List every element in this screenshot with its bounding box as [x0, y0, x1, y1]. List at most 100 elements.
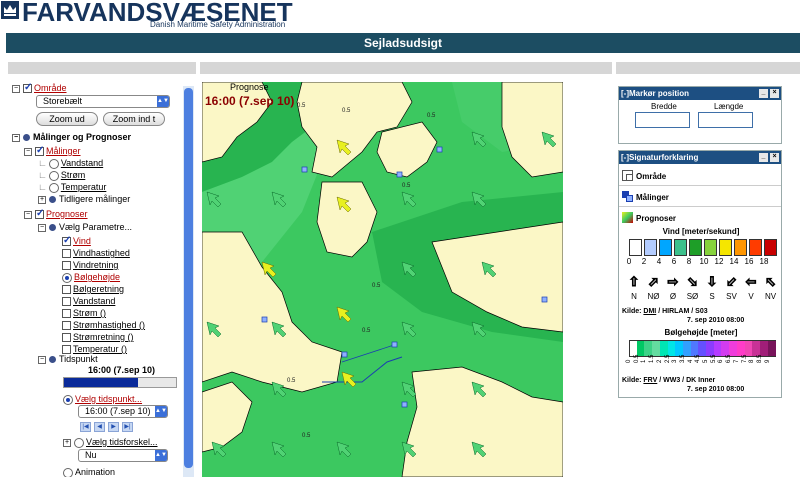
wind-swatch: [689, 239, 702, 256]
radio[interactable]: [48, 158, 59, 169]
wave-tick-label: 4: [687, 359, 694, 363]
wind-tick-label: 6: [671, 257, 677, 266]
direction-label: NØ: [647, 292, 660, 301]
current-time: 16:00 (7.sep 10): [88, 365, 156, 375]
direction-arrow-icon: ⬃: [726, 274, 738, 290]
collapse-toggle[interactable]: −: [24, 210, 32, 219]
param-item[interactable]: Bølgeretning: [62, 283, 124, 295]
close-icon[interactable]: ×: [770, 153, 779, 162]
longitude-input[interactable]: [698, 112, 753, 128]
wave-tick-label: 4.5: [695, 354, 702, 363]
wind-tick-label: 2: [641, 257, 647, 266]
contour-label: 0.5: [402, 183, 411, 189]
collapse-toggle[interactable]: −: [24, 147, 32, 156]
choose-time-row[interactable]: Vælg tidspunkt...: [63, 393, 142, 405]
measurements-link[interactable]: Målinger: [46, 146, 81, 156]
expand-toggle[interactable]: +: [63, 438, 71, 447]
measurements-forecasts-row: − Målinger og Prognoser: [12, 132, 132, 142]
param-item[interactable]: Strøm (): [62, 307, 106, 319]
scrollbar-thumb[interactable]: [184, 88, 193, 468]
animation-row[interactable]: Animation: [63, 466, 115, 477]
legend-area-label: Område: [636, 172, 667, 181]
previous-icon[interactable]: ◀: [94, 422, 105, 432]
radio[interactable]: [74, 437, 84, 448]
offset-select[interactable]: Nu ▲▼: [78, 449, 168, 462]
measurement-item[interactable]: ∟ Vandstand: [38, 157, 103, 169]
radio[interactable]: [63, 394, 73, 405]
checkbox[interactable]: [62, 249, 71, 259]
param-wave-height[interactable]: Bølgehøjde: [62, 271, 120, 283]
param-item[interactable]: Vindretning: [62, 259, 118, 271]
time-progress-bar[interactable]: [63, 377, 177, 388]
param-wind[interactable]: Vind: [62, 235, 91, 247]
param-item[interactable]: Strømhastighed (): [62, 319, 145, 331]
play-icon[interactable]: ▶: [108, 422, 119, 432]
measurement-item[interactable]: ∟ Strøm: [38, 169, 85, 181]
wind-color-scale: [629, 239, 779, 256]
collapse-toggle[interactable]: −: [38, 223, 46, 232]
wind-tick-label: 4: [656, 257, 662, 266]
page-title: Sejladsudsigt: [6, 33, 800, 53]
checkbox[interactable]: [62, 321, 71, 331]
marker-panel-toggle[interactable]: [-]Markør position: [621, 89, 689, 98]
radio[interactable]: [62, 272, 72, 283]
frv-link[interactable]: FRV: [643, 377, 657, 384]
direction-label: NV: [764, 292, 777, 301]
area-checkbox[interactable]: [23, 82, 32, 94]
measurements-checkbox[interactable]: [35, 145, 44, 157]
collapse-toggle[interactable]: −: [12, 133, 20, 142]
param-item[interactable]: Vandstand: [62, 295, 115, 307]
previous-measurements-row: + Tidligere målinger: [38, 194, 131, 204]
checkbox[interactable]: [62, 309, 71, 319]
time-progress-fill: [64, 378, 138, 387]
measurement-item[interactable]: ∟ Temperatur: [38, 181, 106, 193]
expand-toggle[interactable]: +: [38, 195, 46, 204]
dmi-link[interactable]: DMI: [643, 308, 656, 315]
chevron-down-icon: ▲▼: [155, 406, 167, 417]
wave-swatch: [767, 340, 776, 357]
prognose-time: 16:00 (7.sep 10): [205, 94, 295, 108]
close-icon[interactable]: ×: [770, 89, 779, 98]
time-select[interactable]: 16:00 (7.sep 10) ▲▼: [78, 405, 168, 418]
prognose-label: Prognose: [230, 82, 269, 92]
contour-label: 0.5: [362, 328, 371, 334]
radio[interactable]: [48, 182, 59, 193]
contour-label: 0.5: [297, 103, 306, 109]
checkbox[interactable]: [62, 297, 71, 307]
wind-direction-arrows: ⇧ ⬀ ⇨ ⬂ ⇩ ⬃ ⇦ ⬁: [625, 274, 781, 290]
wave-tick-label: 0: [626, 359, 632, 363]
param-item[interactable]: Strømretning (): [62, 331, 134, 343]
latitude-input[interactable]: [635, 112, 690, 128]
forecasts-link[interactable]: Prognoser: [46, 209, 88, 219]
checkbox[interactable]: [62, 235, 71, 247]
choose-offset-row[interactable]: + Vælg tidsforskel...: [63, 436, 158, 448]
last-icon[interactable]: ▶|: [122, 422, 133, 432]
forecast-map[interactable]: 0.5 0.5 0.5 0.5 0.5 0.5 0.5 0.5: [202, 82, 563, 477]
forecasts-checkbox[interactable]: [35, 208, 44, 220]
collapse-toggle[interactable]: −: [38, 355, 46, 364]
first-icon[interactable]: |◀: [80, 422, 91, 432]
checkbox[interactable]: [62, 333, 71, 343]
legend-panel-toggle[interactable]: [-]Signaturforklaring: [621, 153, 698, 162]
zoom-out-button[interactable]: Zoom ud: [36, 112, 98, 126]
checkbox[interactable]: [62, 261, 71, 271]
radio[interactable]: [48, 170, 59, 181]
wave-tick-label: 3: [672, 359, 679, 363]
wind-tick-label: 18: [759, 257, 769, 266]
checkbox[interactable]: [62, 285, 71, 295]
radio[interactable]: [63, 467, 73, 477]
area-link[interactable]: Område: [34, 83, 67, 93]
area-select[interactable]: Storebælt ▲▼: [36, 95, 170, 108]
minimize-icon[interactable]: _: [759, 153, 768, 162]
collapse-toggle[interactable]: −: [12, 84, 20, 93]
wave-legend-title: Bølgehøjde [meter]: [664, 328, 738, 337]
direction-label: N: [631, 292, 637, 301]
wave-tick-label: 7: [733, 359, 740, 363]
wind-source: Kilde: DMI / HIRLAM / S03: [622, 308, 708, 315]
bullet-icon: [49, 356, 56, 364]
wind-swatch: [704, 239, 717, 256]
zoom-in-button[interactable]: Zoom ind t: [103, 112, 165, 126]
param-item[interactable]: Vindhastighed: [62, 247, 130, 259]
minimize-icon[interactable]: _: [759, 89, 768, 98]
forecasts-icon: [622, 212, 633, 223]
